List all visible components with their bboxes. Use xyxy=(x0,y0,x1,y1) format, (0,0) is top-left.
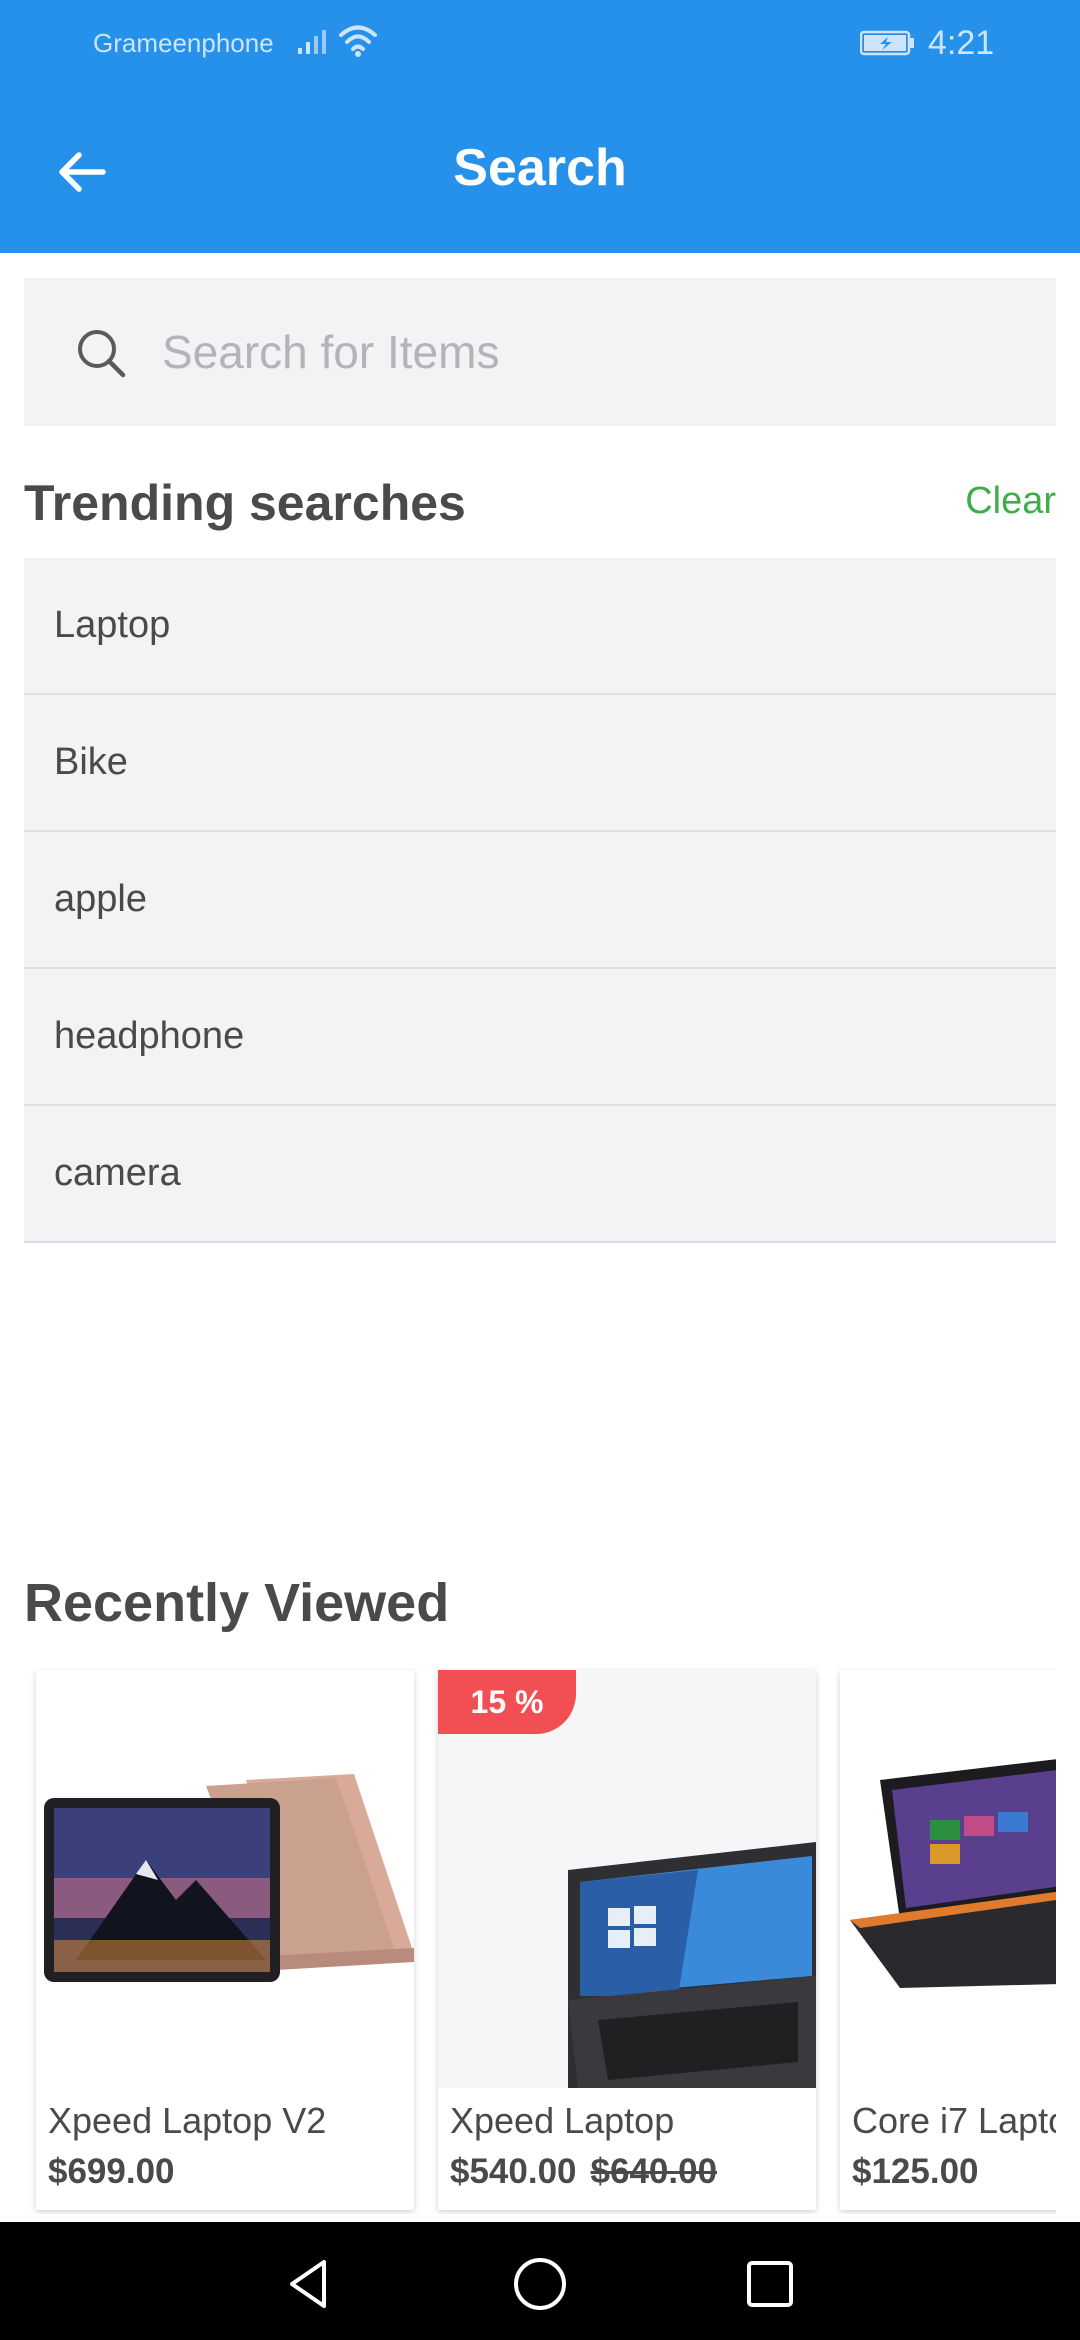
wifi-icon xyxy=(339,25,377,57)
discount-badge: 15 % xyxy=(438,1670,576,1734)
nav-recents-icon[interactable] xyxy=(740,2254,800,2314)
current-price: $125.00 xyxy=(852,2152,979,2191)
product-price: $125.00 xyxy=(852,2152,979,2192)
search-bar[interactable] xyxy=(24,278,1056,426)
product-image xyxy=(840,1670,1056,2088)
clear-button[interactable]: Clear xyxy=(965,480,1056,523)
top-bar: Grameenphone 4:21 Search xyxy=(0,0,1080,253)
laptop-image xyxy=(850,1759,1056,1988)
signal-icon xyxy=(298,30,326,54)
laptop-image xyxy=(44,1774,414,1982)
product-card[interactable]: Core i7 Laptop $125.00 xyxy=(840,1670,1056,2210)
status-bar: Grameenphone 4:21 xyxy=(0,0,1080,86)
current-price: $540.00 xyxy=(450,2152,577,2191)
search-icon xyxy=(78,330,126,378)
current-price: $699.00 xyxy=(48,2152,175,2191)
search-input[interactable] xyxy=(162,320,1022,384)
trending-item-camera[interactable]: camera xyxy=(24,1106,1056,1243)
trending-item-bike[interactable]: Bike xyxy=(24,695,1056,832)
page-title: Search xyxy=(453,139,627,197)
carrier-name: Grameenphone xyxy=(93,28,274,58)
product-name: Core i7 Laptop xyxy=(852,2100,1056,2141)
nav-home-icon[interactable] xyxy=(510,2254,570,2314)
product-name: Xpeed Laptop xyxy=(450,2100,675,2141)
trending-list: Laptop Bike apple headphone camera xyxy=(24,558,1056,1243)
recently-viewed-title: Recently Viewed xyxy=(24,1573,450,1633)
nav-back-icon[interactable] xyxy=(280,2254,340,2314)
product-card[interactable]: 15 % Xpeed Laptop $540.00 $640.00 xyxy=(438,1670,816,2210)
product-price: $540.00 $640.00 xyxy=(450,2152,717,2192)
recently-viewed-carousel[interactable]: Xpeed Laptop V2 $699.00 15 % Xpeed Lapto… xyxy=(24,1668,1056,2214)
trending-item-apple[interactable]: apple xyxy=(24,832,1056,969)
product-image xyxy=(36,1670,414,2088)
product-name: Xpeed Laptop V2 xyxy=(48,2100,327,2141)
status-time: 4:21 xyxy=(928,24,995,62)
product-card[interactable]: Xpeed Laptop V2 $699.00 xyxy=(36,1670,414,2210)
product-price: $699.00 xyxy=(48,2152,175,2192)
trending-item-headphone[interactable]: headphone xyxy=(24,969,1056,1106)
original-price: $640.00 xyxy=(590,2152,718,2191)
trending-title: Trending searches xyxy=(24,475,466,531)
battery-charging-icon xyxy=(860,30,914,56)
system-nav-bar xyxy=(0,2222,1080,2340)
app-bar: Search xyxy=(0,86,1080,253)
trending-item-laptop[interactable]: Laptop xyxy=(24,558,1056,695)
